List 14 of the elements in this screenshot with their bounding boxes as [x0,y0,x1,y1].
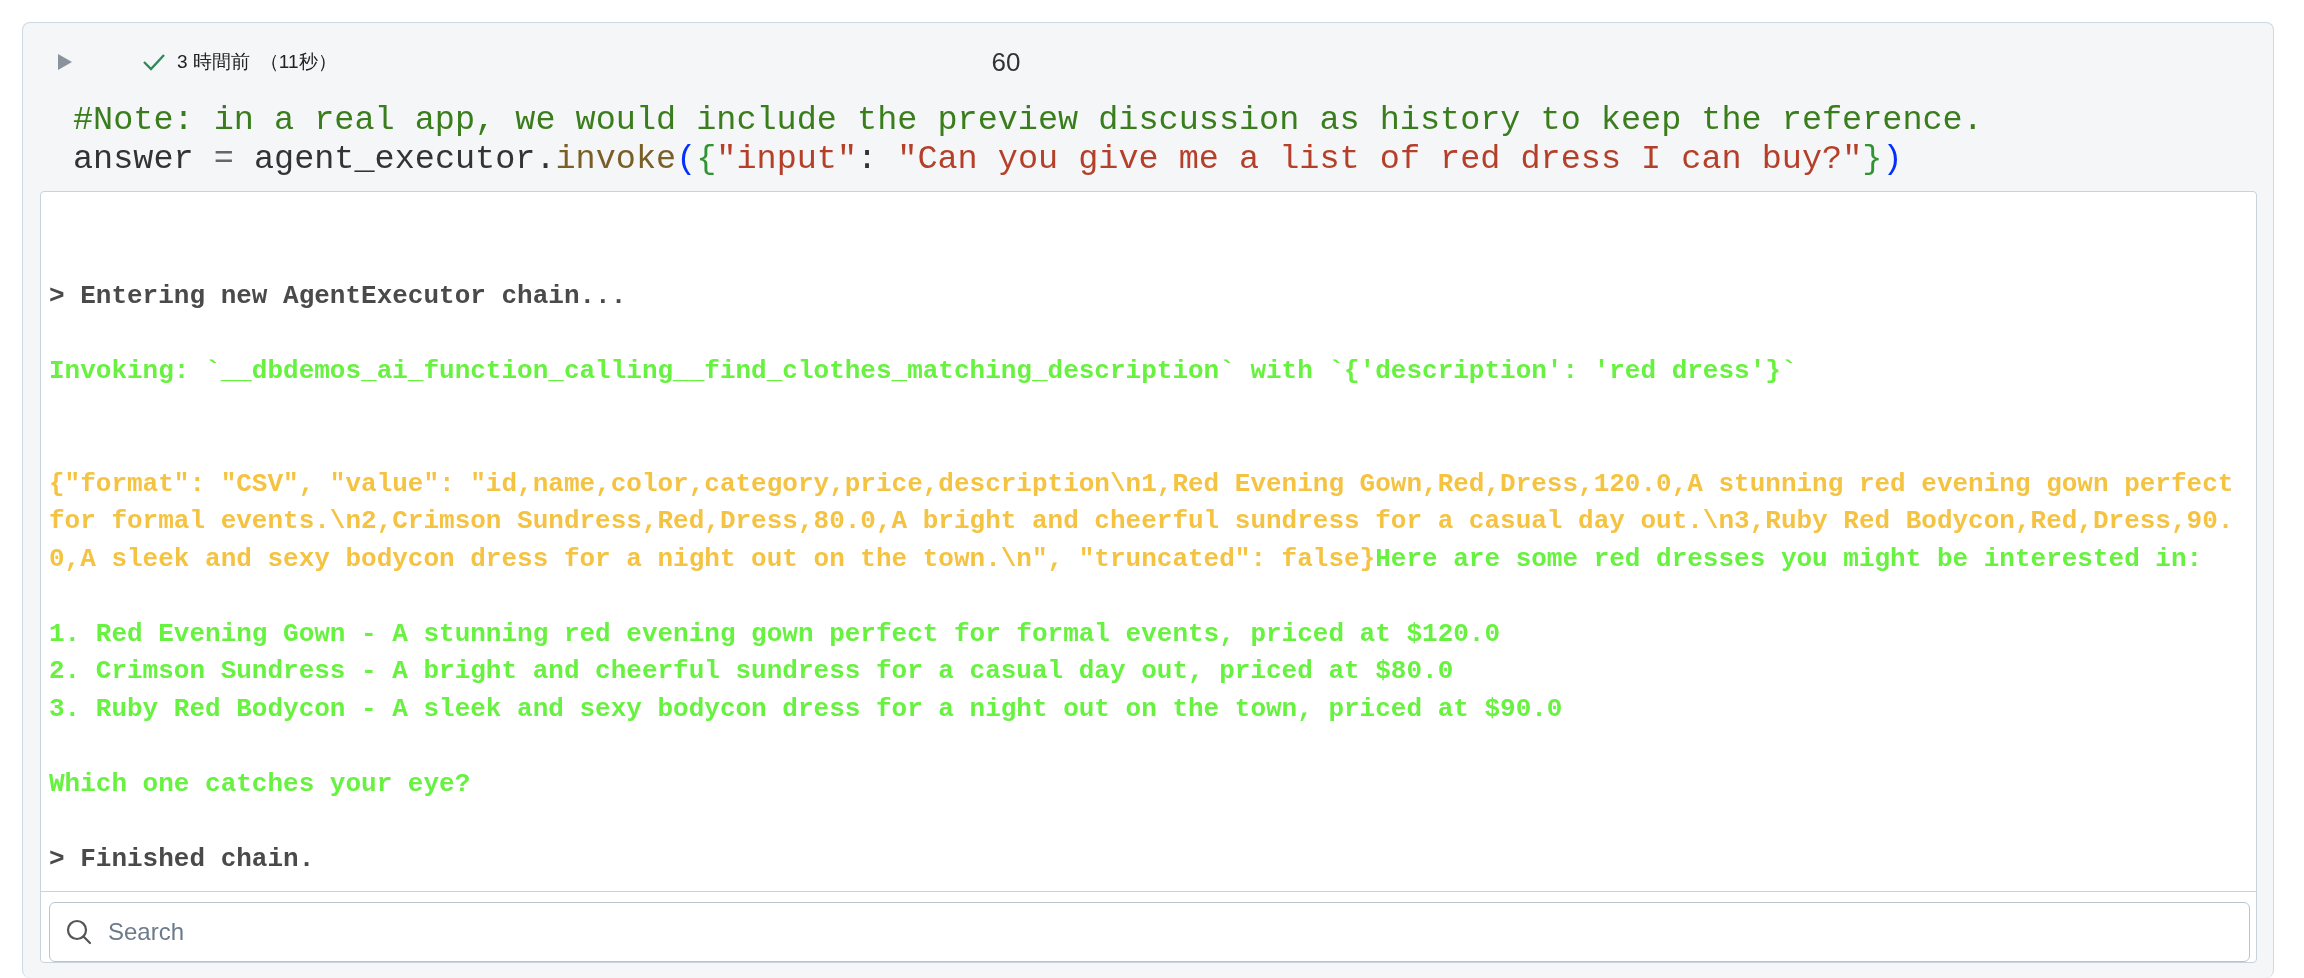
execution-count: 60 [991,45,1021,79]
output-text: > Entering new AgentExecutor chain... [49,280,628,313]
output-text: Invoking: `__dbdemos_ai_function_calling__find_clothes_matching_description` with `{'description': 'red dress'}` [49,355,1798,388]
output-text: 3. Ruby Red Bodycon - A sleek and sexy bodycon dress for a night out on the town, priced at $90.0 [49,692,1564,726]
run-time: 3 時間前 [177,49,250,74]
output-text: Which one catches your eye? [49,767,472,801]
code-line: answer = agent_executor.invoke({"input": "Can you give me a list of red dress I can buy?"}) [73,140,1904,179]
run-duration: （11秒） [259,49,337,74]
output-text: > Finished chain. [49,842,316,876]
output-text: 2. Crimson Sundress - A bright and cheerful sundress for a casual day out, priced at $80.0 [49,655,1455,688]
output-text: 1. Red Evening Gown - A stunning red evening gown perfect for formal events, priced at $120.0 [49,617,1502,651]
code-line: #Note: in a real app, we would include the preview discussion as history to keep the reference. [73,101,1984,140]
search-field[interactable]: Search [49,902,2250,962]
output-text: {"format": "CSV", "value": "id,name,color,category,price,description\n1,Red Evening Gown,Red,Dress,120.0,A stunning red evening gown perfect for formal events.\n2,Crimson Sundress,Red,Dress,80.0,A bright and cheerful sundress for a casual day out.\n3,Ruby Red Bodycon,Red,Dress,90.0,A sleek and sexy bodycon dress for a night out on the town.\n", "truncated": false}Here are some red dresses you might be interested in: [49,467,2235,576]
